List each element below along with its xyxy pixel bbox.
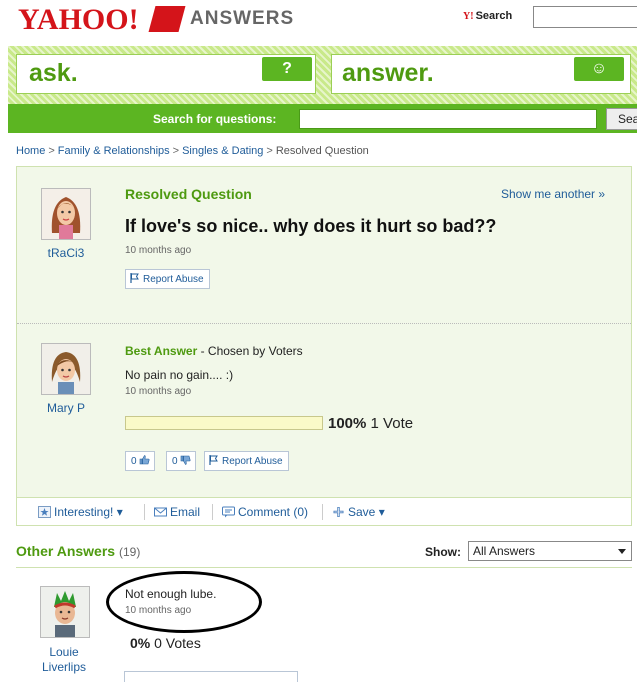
asker-name[interactable]: tRaCi3 xyxy=(41,246,91,260)
breadcrumb-current: Resolved Question xyxy=(275,145,369,157)
answers-badge-icon xyxy=(148,6,186,32)
vote-progress-bar xyxy=(125,416,323,430)
panel-divider xyxy=(17,323,631,324)
save-button[interactable]: Save ▾ xyxy=(332,505,385,519)
chevron-down-icon: ▾ xyxy=(116,505,123,519)
comment-label: Comment (0) xyxy=(238,505,309,519)
breadcrumb-singles-dating[interactable]: Singles & Dating xyxy=(182,145,263,157)
breadcrumb-separator: > xyxy=(172,145,180,157)
yahoo-search-label: Y! Search xyxy=(463,10,512,22)
vote-progress-fill xyxy=(126,417,322,429)
ask-box[interactable]: ask. ? xyxy=(16,54,316,94)
hand-drawn-highlight-circle xyxy=(106,571,262,633)
top-search-input[interactable] xyxy=(533,6,637,28)
breadcrumb-separator: > xyxy=(48,145,55,157)
envelope-icon xyxy=(154,507,167,517)
answer-label: answer. xyxy=(342,59,434,87)
search-button[interactable]: Search xyxy=(606,108,637,130)
report-abuse-button[interactable]: Report Abuse xyxy=(125,269,210,289)
top-bar: YAHOO! ANSWERS Y! Search xyxy=(0,0,637,46)
chevron-down-icon: ▾ xyxy=(378,505,385,519)
show-me-another-link[interactable]: Show me another » xyxy=(501,187,605,201)
breadcrumb-home[interactable]: Home xyxy=(16,145,45,157)
chosen-by-voters: - Chosen by Voters xyxy=(197,344,303,358)
dropdown-arrow-icon xyxy=(618,549,626,554)
show-filter-label: Show: xyxy=(425,545,461,559)
thumbs-down-button[interactable]: 0 xyxy=(166,451,197,471)
other-answers-title: Other Answers xyxy=(16,543,116,559)
yahoo-logo[interactable]: YAHOO! xyxy=(18,3,139,37)
best-answer-text: No pain no gain.... :) xyxy=(125,368,234,382)
asker-avatar[interactable] xyxy=(41,188,91,240)
search-questions-input[interactable] xyxy=(299,109,597,129)
ask-question-button[interactable]: ? xyxy=(262,57,312,81)
email-button[interactable]: Email xyxy=(154,505,200,519)
breadcrumb: Home > Family & Relationships > Singles & Da… xyxy=(16,145,369,157)
action-separator xyxy=(212,504,213,520)
comment-icon xyxy=(222,506,235,518)
answer-smiley-button[interactable]: ☺ xyxy=(574,57,624,81)
thumbs-up-count: 0 xyxy=(131,456,137,467)
question-title: If love's so nice.. why does it hurt so … xyxy=(125,216,497,236)
vote-count: 1 Vote xyxy=(370,415,414,432)
email-label: Email xyxy=(170,505,201,519)
vote-percent: 100% xyxy=(328,415,367,432)
save-label: Save xyxy=(348,505,376,519)
other-answer-vote-buttons[interactable] xyxy=(124,671,298,682)
other-vote-count: 0 Votes xyxy=(154,635,201,651)
best-answer-report-abuse-button[interactable]: Report Abuse xyxy=(204,451,289,471)
comment-button[interactable]: Comment (0) xyxy=(222,505,308,519)
other-answers-divider xyxy=(16,567,632,568)
interesting-label: Interesting! xyxy=(54,505,114,519)
other-answer-votes: 0% 0 Votes xyxy=(130,635,201,651)
ask-label: ask. xyxy=(29,59,78,87)
best-answerer-name[interactable]: Mary P xyxy=(37,401,95,415)
question-action-bar: Interesting! ▾ Email Comment (0) Save ▾ xyxy=(16,497,632,526)
other-answerer-name[interactable]: Louie Liverlips xyxy=(32,645,96,675)
flag-icon xyxy=(209,455,218,465)
question-panel: tRaCi3 Resolved Question Show me another… xyxy=(16,166,632,526)
search-questions-label: Search for questions: xyxy=(153,112,277,126)
other-answerer-avatar[interactable] xyxy=(40,586,90,638)
best-answerer-avatar[interactable] xyxy=(41,343,91,395)
best-answer-heading: Best Answer xyxy=(125,344,198,358)
thumbs-down-icon xyxy=(181,455,191,465)
best-answer-label: Best Answer - Chosen by Voters xyxy=(125,344,303,358)
interesting-button[interactable]: Interesting! ▾ xyxy=(38,505,123,519)
flag-icon xyxy=(130,273,139,283)
thumbs-down-count: 0 xyxy=(172,456,178,467)
report-abuse-label: Report Abuse xyxy=(143,274,204,285)
search-label-text: Search xyxy=(475,10,513,22)
best-answer-time: 10 months ago xyxy=(125,386,192,397)
other-vote-percent: 0% xyxy=(130,635,151,651)
other-answers-heading: Other Answers (19) xyxy=(16,543,140,559)
resolved-question-heading: Resolved Question xyxy=(125,186,252,202)
show-filter-value: All Answers xyxy=(473,544,536,558)
question-time: 10 months ago xyxy=(125,245,192,256)
answers-wordmark: ANSWERS xyxy=(190,8,295,29)
yahoo-mark-icon: Y! xyxy=(463,11,474,22)
show-filter-select[interactable]: All Answers xyxy=(468,541,632,561)
other-answers-count: (19) xyxy=(118,545,141,559)
thumbs-up-icon xyxy=(140,455,150,465)
breadcrumb-separator: > xyxy=(266,145,273,157)
star-icon xyxy=(38,506,51,518)
plus-icon xyxy=(333,507,344,517)
answer-box[interactable]: answer. ☺ xyxy=(331,54,631,94)
question-search-bar: Search for questions: Search xyxy=(8,104,637,133)
vote-summary: 100% 1 Vote xyxy=(328,415,413,432)
thumbs-up-button[interactable]: 0 xyxy=(125,451,156,471)
action-separator xyxy=(322,504,323,520)
report-abuse-label: Report Abuse xyxy=(222,456,283,467)
action-separator xyxy=(144,504,145,520)
breadcrumb-family-relationships[interactable]: Family & Relationships xyxy=(58,145,170,157)
